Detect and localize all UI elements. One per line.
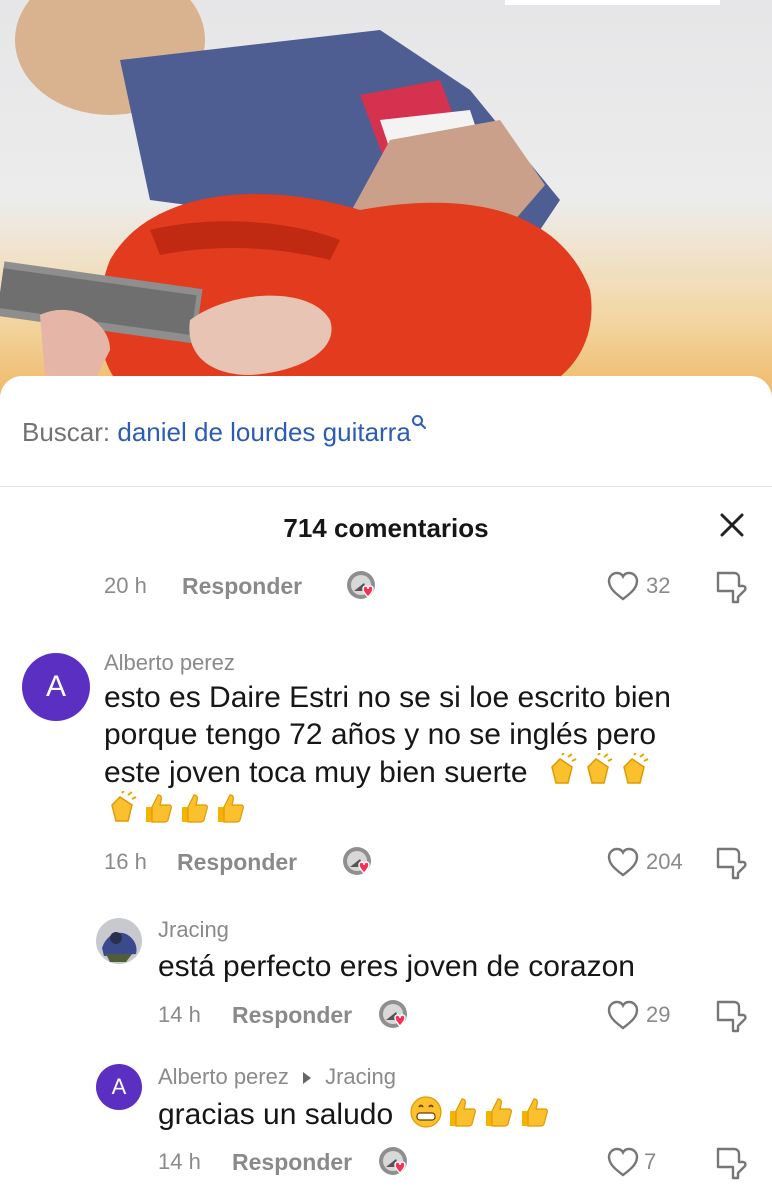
avatar[interactable]: A: [96, 1064, 142, 1110]
comment-author[interactable]: Jracing: [158, 915, 229, 945]
video-frame-illustration: [0, 0, 720, 400]
comment-time: 20 h: [104, 573, 147, 598]
avatar[interactable]: A: [22, 653, 90, 721]
grinning-emoji: [409, 1096, 442, 1128]
creator-liked-badge: [379, 1147, 407, 1175]
emoji-group: [544, 753, 652, 789]
clapping-hands-emoji: [587, 753, 613, 784]
comment-text-line: porque tengo 72 años y no se inglés pero: [104, 718, 657, 751]
search-suggestion[interactable]: Buscar: daniel de lourdes guitarra: [22, 412, 426, 452]
heart-icon[interactable]: [606, 846, 640, 878]
dislike-icon[interactable]: [714, 1145, 748, 1181]
reply-button[interactable]: Responder: [177, 847, 297, 877]
comment-text-segment: este joven toca muy bien suerte: [104, 756, 528, 789]
creator-liked-badge: [379, 1000, 407, 1028]
comment-count-title: 714 comentarios: [283, 513, 489, 543]
clapping-hands-emoji: [111, 791, 137, 822]
reply-to-user[interactable]: Jracing: [325, 1064, 396, 1089]
like-count: 29: [646, 1002, 671, 1027]
search-icon: [411, 415, 426, 429]
search-prefix-label: Buscar:: [22, 417, 111, 447]
thumbs-up-emoji: [218, 794, 244, 823]
thumbs-up-emoji: [485, 1098, 512, 1127]
comment-author-line: Alberto perez Jracing: [158, 1062, 396, 1092]
clapping-hands-emoji: [551, 753, 577, 784]
comment-time: 16 h: [104, 849, 147, 874]
comment-author[interactable]: Alberto perez: [158, 1064, 289, 1089]
emoji-group: [104, 791, 764, 829]
video-preview[interactable]: [0, 0, 772, 400]
like-count: 7: [644, 1149, 657, 1174]
creator-liked-badge: [343, 847, 371, 875]
comment-text-line: este joven toca muy bien suerte: [104, 753, 764, 791]
like-count: 204: [646, 849, 683, 874]
comment-author[interactable]: Alberto perez: [104, 648, 235, 678]
heart-icon[interactable]: [606, 999, 640, 1031]
reply-arrow-icon: [302, 1072, 311, 1084]
emoji-group: [408, 1096, 552, 1131]
thumbs-up-emoji: [449, 1098, 476, 1127]
comment-text: está perfecto eres joven de corazon: [158, 950, 635, 983]
divider: [0, 486, 772, 487]
reply-button[interactable]: Responder: [232, 1000, 352, 1030]
thumbs-up-emoji: [521, 1098, 548, 1127]
reply-button[interactable]: Responder: [182, 571, 302, 601]
avatar[interactable]: [96, 918, 142, 964]
dislike-icon[interactable]: [714, 845, 748, 881]
comment-time: 14 h: [158, 1149, 201, 1174]
search-query-link[interactable]: daniel de lourdes guitarra: [117, 417, 410, 447]
heart-icon[interactable]: [606, 1146, 640, 1178]
like-count: 32: [646, 573, 671, 598]
comment-text: gracias un saludo: [158, 1095, 764, 1133]
comment-time: 14 h: [158, 1002, 201, 1027]
dislike-icon[interactable]: [714, 998, 748, 1034]
heart-icon[interactable]: [606, 570, 640, 602]
creator-liked-badge: [347, 571, 375, 599]
dislike-icon[interactable]: [714, 569, 748, 605]
comment-text-line: esto es Daire Estri no se si loe escrito…: [104, 681, 671, 714]
thumbs-up-emoji: [182, 794, 208, 823]
clapping-hands-emoji: [623, 753, 649, 784]
comment-text-segment: gracias un saludo: [158, 1098, 394, 1131]
close-icon[interactable]: [712, 508, 752, 544]
reply-button[interactable]: Responder: [232, 1147, 352, 1177]
comment-text: esto es Daire Estri no se si loe escrito…: [104, 679, 764, 829]
thumbs-up-emoji: [146, 794, 172, 823]
